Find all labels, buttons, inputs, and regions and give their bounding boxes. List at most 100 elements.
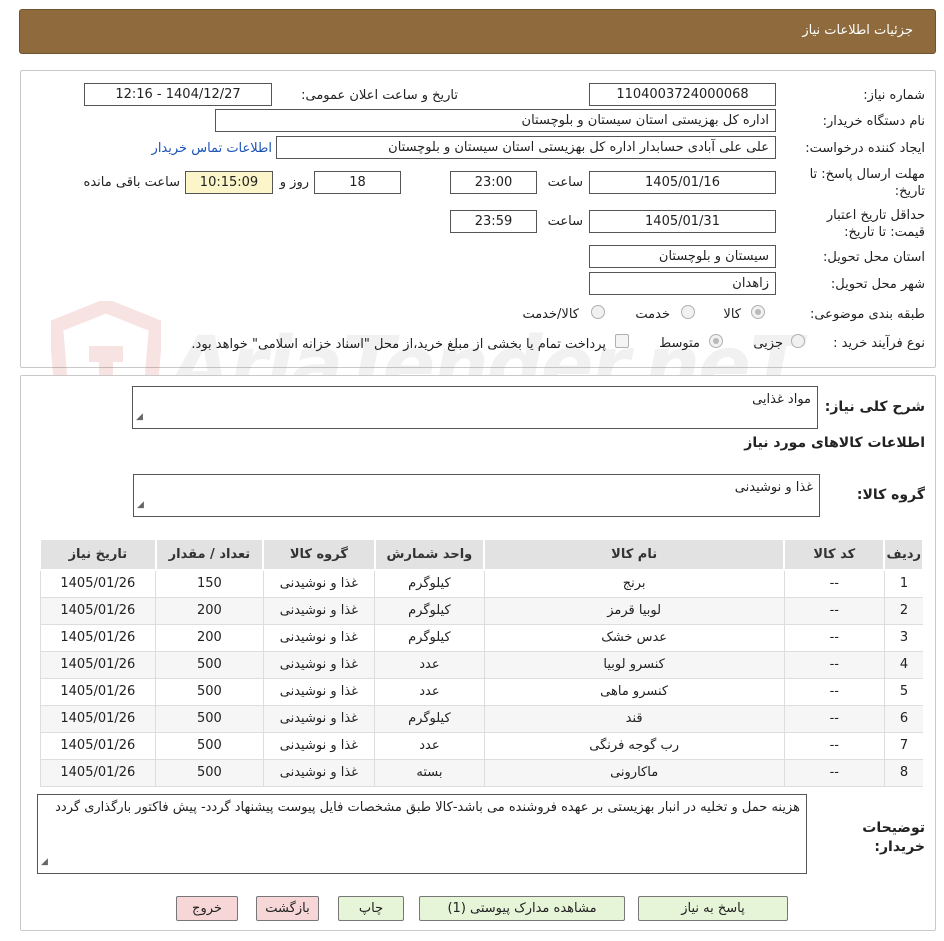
view-attachments-button[interactable]: مشاهده مدارک پیوستی (1) — [419, 896, 625, 921]
cell-unit: کیلوگرم — [374, 624, 485, 652]
cell-group: غذا و نوشیدنی — [262, 759, 375, 787]
cell-group: غذا و نوشیدنی — [262, 732, 375, 760]
validity-label: حداقل تاریخ اعتبار قیمت: تا تاریخ: — [826, 208, 925, 240]
resize-grip-icon[interactable]: ◢ — [137, 496, 144, 514]
cell-qty: 200 — [155, 597, 264, 625]
cell-code: -- — [783, 678, 885, 706]
reply-button[interactable]: پاسخ به نیاز — [638, 896, 788, 921]
table-row[interactable]: 6 -- قند کیلوگرم غذا و نوشیدنی 500 1405/01/26 — [39, 705, 923, 733]
col-header-group: گروه کالا — [262, 538, 376, 571]
back-button[interactable]: بازگشت — [256, 896, 319, 921]
goods-table: ردیف کد کالا نام کالا واحد شمارش گروه کا… — [39, 538, 924, 787]
group-label: گروه کالا: — [856, 487, 925, 503]
category-radio-goods[interactable] — [751, 305, 765, 319]
cell-row-no: 2 — [883, 597, 923, 625]
cell-name: کنسرو ماهی — [483, 678, 785, 706]
validity-date-field: 1405/01/31 — [589, 210, 776, 233]
cell-qty: 500 — [155, 732, 264, 760]
page-title: جزئیات اطلاعات نیاز — [802, 23, 913, 38]
cell-unit: کیلوگرم — [374, 705, 485, 733]
province-field: سیستان و بلوچستان — [589, 245, 776, 268]
col-header-qty: تعداد / مقدار — [154, 538, 265, 571]
category-option-goods: کالا — [723, 307, 741, 322]
days-field: 18 — [314, 171, 401, 194]
need-number-label: شماره نیاز: — [863, 88, 925, 103]
cell-group: غذا و نوشیدنی — [262, 678, 375, 706]
buyer-notes-textarea[interactable]: هزینه حمل و تخلیه در انبار بهزیستی بر عه… — [37, 794, 807, 874]
table-row[interactable]: 7 -- رب گوجه فرنگی عدد غذا و نوشیدنی 500 1405/… — [39, 732, 923, 760]
cell-row-no: 6 — [883, 705, 923, 733]
cell-row-no: 5 — [883, 678, 923, 706]
col-header-date: تاریخ نیاز — [39, 538, 157, 571]
cell-unit: کیلوگرم — [374, 570, 485, 598]
group-textarea[interactable]: غذا و نوشیدنی ◢ — [133, 474, 820, 517]
buyer-notes-text: هزینه حمل و تخلیه در انبار بهزیستی بر عه… — [55, 800, 800, 815]
cell-date: 1405/01/26 — [39, 678, 156, 706]
table-header-row: ردیف کد کالا نام کالا واحد شمارش گروه کا… — [39, 538, 924, 571]
cell-unit: کیلوگرم — [374, 597, 485, 625]
cell-qty: 500 — [155, 651, 264, 679]
print-button[interactable]: چاپ — [338, 896, 404, 921]
cell-qty: 500 — [155, 759, 264, 787]
category-option-goods-service: کالا/خدمت — [522, 307, 579, 322]
buyer-org-label: نام دستگاه خریدار: — [822, 114, 925, 129]
group-text: غذا و نوشیدنی — [734, 480, 813, 495]
category-label: طبقه بندی موضوعی: — [809, 307, 925, 322]
exit-button[interactable]: خروج — [176, 896, 238, 921]
cell-name: ماکارونی — [483, 759, 785, 787]
col-header-code: کد کالا — [783, 538, 886, 571]
cell-name: برنج — [483, 570, 785, 598]
deadline-date-field: 1405/01/16 — [589, 171, 776, 194]
cell-qty: 500 — [155, 705, 264, 733]
cell-date: 1405/01/26 — [39, 570, 156, 598]
category-radio-goods-service[interactable] — [591, 305, 605, 319]
cell-code: -- — [783, 651, 885, 679]
need-info-panel: AriaTender.neT شماره نیاز: 1104003724000… — [20, 70, 936, 441]
remaining-label: ساعت باقی مانده — [83, 175, 180, 190]
cell-row-no: 4 — [883, 651, 923, 679]
deadline-time-label: ساعت — [547, 175, 583, 190]
deadline-label: مهلت ارسال پاسخ: تا تاریخ: — [809, 167, 925, 199]
table-row[interactable]: 1 -- برنج کیلوگرم غذا و نوشیدنی 150 1405/01/26 — [39, 570, 923, 598]
cell-group: غذا و نوشیدنی — [262, 570, 375, 598]
cell-code: -- — [783, 705, 885, 733]
cell-date: 1405/01/26 — [39, 651, 156, 679]
cell-unit: بسته — [374, 759, 485, 787]
cell-qty: 200 — [155, 624, 264, 652]
treasury-checkbox[interactable] — [615, 334, 629, 348]
page-header: جزئیات اطلاعات نیاز — [19, 9, 936, 54]
table-row[interactable]: 2 -- لوبیا قرمز کیلوگرم غذا و نوشیدنی 200 1405… — [39, 597, 923, 625]
cell-unit: عدد — [374, 678, 485, 706]
summary-textarea[interactable]: مواد غذایی ◢ — [132, 386, 818, 429]
process-radio-medium[interactable] — [709, 334, 723, 348]
city-field: زاهدان — [589, 272, 776, 295]
process-option-medium: متوسط — [659, 336, 700, 351]
validity-time-label: ساعت — [547, 214, 583, 229]
category-radio-service[interactable] — [681, 305, 695, 319]
table-row[interactable]: 3 -- عدس خشک کیلوگرم غذا و نوشیدنی 200 1405/01… — [39, 624, 923, 652]
need-details-panel: شرح کلی نیاز: مواد غذایی ◢ اطلاعات کالاه… — [20, 375, 936, 931]
need-number-field: 1104003724000068 — [589, 83, 776, 106]
cell-qty: 150 — [155, 570, 264, 598]
table-row[interactable]: 8 -- ماکارونی بسته غذا و نوشیدنی 500 1405/01/2… — [39, 759, 923, 787]
buyer-contact-link[interactable]: اطلاعات تماس خریدار — [152, 141, 272, 156]
col-header-name: نام کالا — [483, 538, 786, 571]
cell-row-no: 8 — [883, 759, 923, 787]
requester-field: علی علی آبادی حسابدار اداره کل بهزیستی ا… — [276, 136, 776, 159]
cell-code: -- — [783, 597, 885, 625]
cell-name: لوبیا قرمز — [483, 597, 785, 625]
resize-grip-icon[interactable]: ◢ — [41, 853, 48, 871]
process-label: نوع فرآیند خرید : — [833, 336, 925, 351]
deadline-time-field: 23:00 — [450, 171, 537, 194]
process-radio-minor[interactable] — [791, 334, 805, 348]
buyer-org-field: اداره کل بهزیستی استان سیستان و بلوچستان — [215, 109, 776, 132]
requester-label: ایجاد کننده درخواست: — [805, 141, 925, 156]
resize-grip-icon[interactable]: ◢ — [136, 408, 143, 426]
category-option-service: خدمت — [635, 307, 670, 322]
table-row[interactable]: 4 -- کنسرو لوبیا عدد غذا و نوشیدنی 500 1405/01… — [39, 651, 923, 679]
payment-note: پرداخت تمام یا بخشی از مبلغ خرید،از محل … — [191, 337, 606, 352]
cell-row-no: 7 — [883, 732, 923, 760]
summary-text: مواد غذایی — [752, 392, 811, 407]
table-row[interactable]: 5 -- کنسرو ماهی عدد غذا و نوشیدنی 500 1405/01/… — [39, 678, 923, 706]
cell-row-no: 1 — [883, 570, 923, 598]
